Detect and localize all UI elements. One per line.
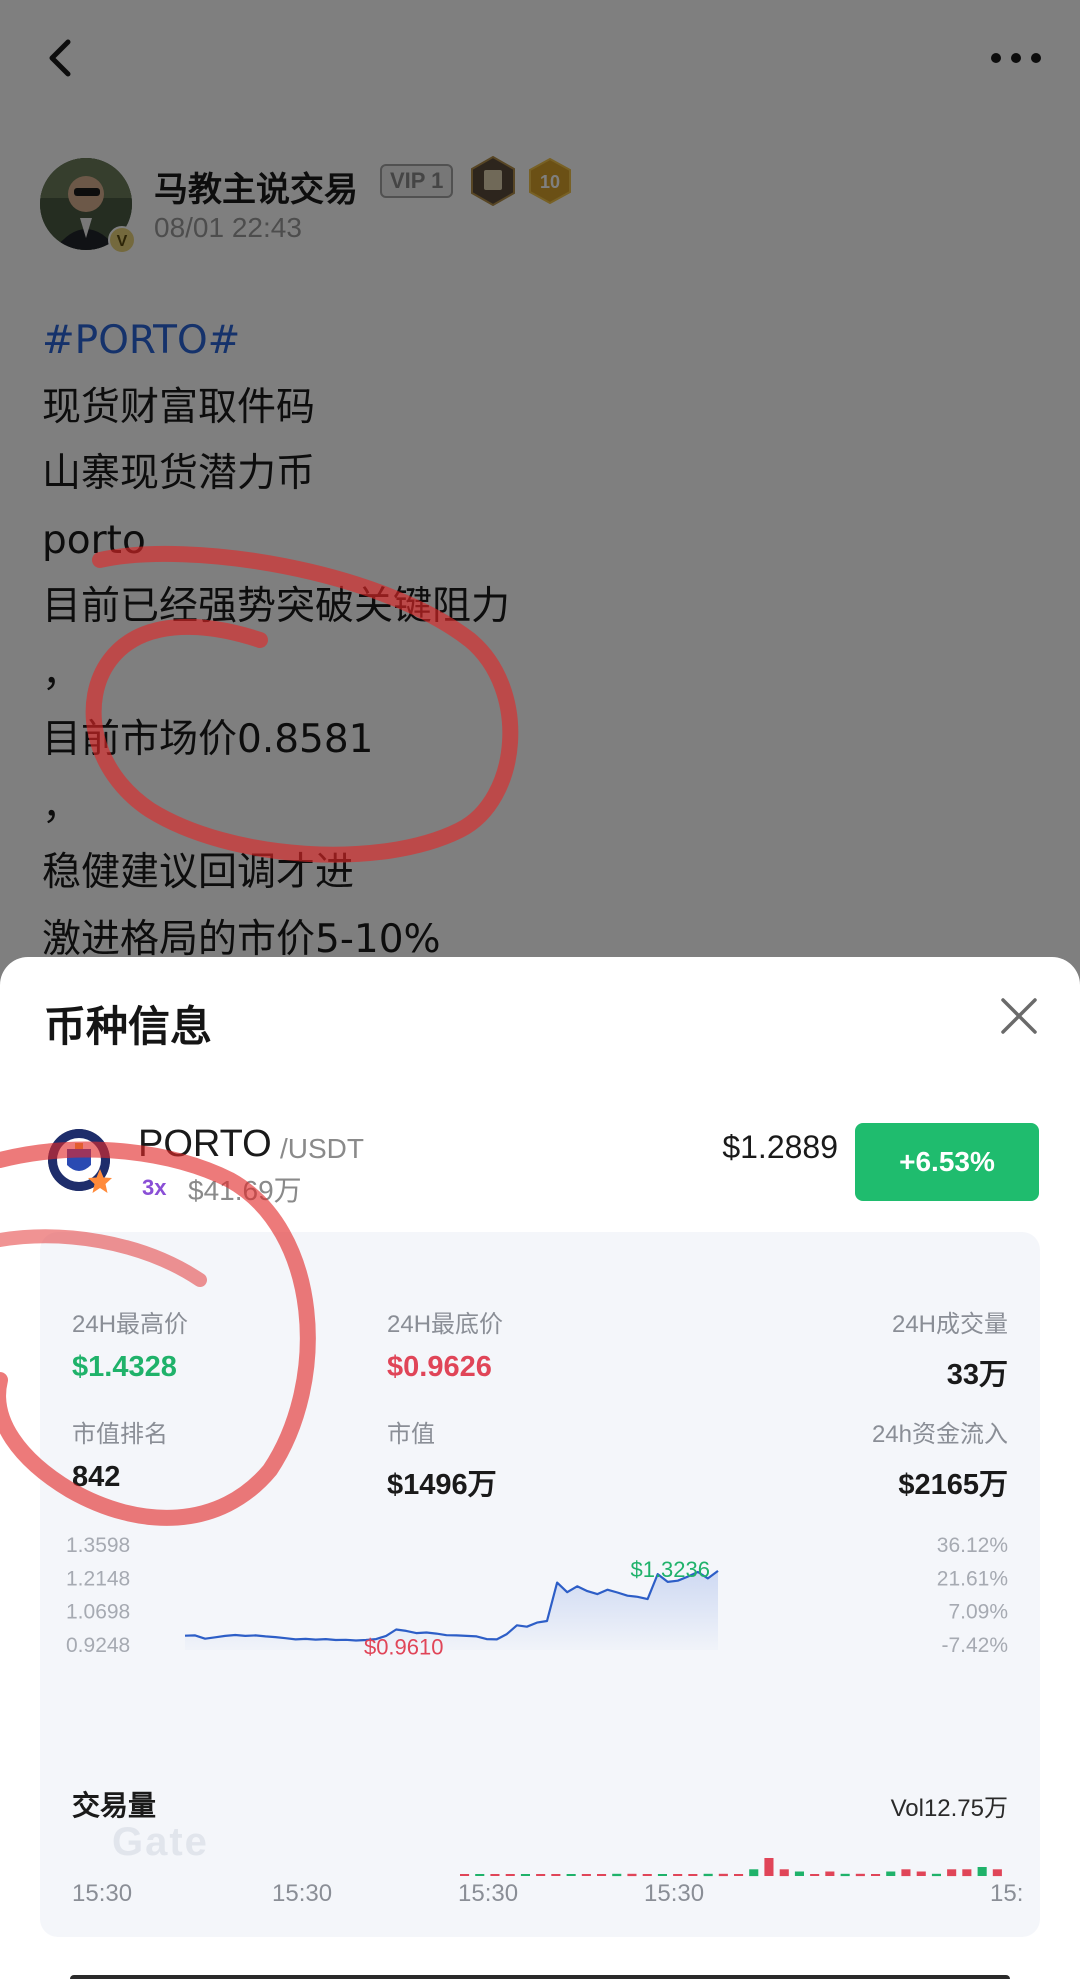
stat-24h-inflow: 24h资金流入 $2165万 [872,1414,1008,1503]
stat-value: $0.9626 [387,1351,492,1383]
leverage-badge: 3x [142,1175,167,1200]
screen: V 马教主说交易 VIP 1 10 08/01 22:43 #PORTO# 现货… [0,0,1080,1979]
volume-bar [916,1871,926,1876]
volume-bar [460,1874,470,1876]
volume-bar [734,1874,744,1876]
coin-name: PORTO [138,1123,272,1165]
volume-bar [794,1871,804,1876]
volume-bar [688,1874,698,1876]
coin-row[interactable]: PORTO /USDT 3x $41.69万 $1.2889 +6.53% [44,1123,1040,1213]
volume-bar [764,1858,774,1876]
star-icon[interactable] [86,1167,114,1195]
y-right-tick: 36.12% [937,1534,1008,1557]
stat-value: $1496万 [387,1469,497,1501]
volume-title: 交易量 [72,1790,157,1821]
volume-bar [551,1874,561,1876]
volume-bar [566,1874,576,1876]
x-tick: 15:30 [72,1880,133,1907]
stat-label: 24H最底价 [387,1311,504,1338]
volume-bar [855,1873,865,1877]
volume-bar [901,1869,911,1877]
stat-label: 24H成交量 [891,1311,1008,1338]
volume-bar [505,1874,515,1876]
sheet-title: 币种信息 [44,1002,213,1051]
volume-bar [642,1874,652,1876]
close-icon[interactable] [998,995,1040,1037]
stat-24h-volume: 24H成交量 33万 [892,1304,1008,1393]
stat-value: 842 [72,1461,121,1493]
x-tick: 15:30 [644,1880,705,1907]
time-axis: 15:30 15:30 15:30 15:30 15: [40,1880,1040,1920]
volume-bar [657,1874,667,1876]
coin-quote: /USDT [280,1133,364,1164]
coin-cap: $41.69万 [188,1175,302,1206]
volume-bar [612,1873,622,1877]
volume-bar [779,1869,789,1877]
y-left-tick: 1.3598 [66,1534,130,1557]
stat-label: 市值排名 [72,1421,168,1448]
volume-bar [718,1873,728,1877]
y-left-tick: 1.2148 [66,1567,130,1590]
stat-label: 24h资金流入 [871,1421,1008,1448]
y-right-tick: 21.61% [937,1567,1008,1590]
min-price-label: $0.9610 [364,1635,444,1660]
volume-bar [977,1867,987,1876]
y-right-tick: -7.42% [941,1634,1008,1657]
price-area [185,1570,718,1650]
volume-bar [840,1873,850,1877]
stat-market-rank: 市值排名 842 [72,1414,168,1494]
volume-bar [947,1869,957,1877]
volume-bar [749,1869,759,1877]
volume-total: Vol12.75万 [890,1795,1008,1822]
stat-label: 市值 [387,1421,435,1448]
volume-bar [962,1869,972,1877]
change-badge[interactable]: +6.53% [855,1123,1039,1201]
coin-price: $1.2889 [722,1129,838,1165]
x-tick: 15:30 [272,1880,333,1907]
volume-bar [520,1874,530,1876]
volume-bar [536,1874,546,1876]
stat-label: 24H最高价 [72,1311,189,1338]
x-tick: 15:30 [458,1880,519,1907]
x-tick: 15: [990,1880,1024,1907]
home-indicator [70,1975,1010,1979]
volume-bar [475,1874,485,1876]
volume-bar [627,1873,637,1877]
coin-info-sheet: 币种信息 PORTO /USDT 3x $41.69万 $1.2889 +6.5… [0,957,1080,1979]
volume-bar [581,1874,591,1876]
volume-bar [810,1874,820,1876]
stat-market-cap: 市值 $1496万 [387,1414,497,1503]
stat-value: 33万 [946,1359,1008,1391]
volume-bar [871,1874,881,1876]
max-price-label: $1.3236 [630,1557,710,1582]
stat-24h-low: 24H最底价 $0.9626 [387,1304,503,1384]
y-right-tick: 7.09% [948,1601,1008,1624]
volume-bar [886,1871,896,1876]
y-left-tick: 0.9248 [66,1634,130,1657]
volume-bar [673,1874,683,1876]
price-chart[interactable]: 1.3598 1.2148 1.0698 0.9248 36.12% 21.61% 7.09… [40,1532,1040,1732]
volume-bar [825,1871,835,1876]
stat-value: $2165万 [898,1469,1008,1501]
volume-bar [597,1874,607,1876]
volume-bar [931,1873,941,1877]
volume-bar [490,1874,500,1876]
volume-bar [992,1869,1002,1877]
stats-card: 24H最高价 $1.4328 24H最底价 $0.9626 24H成交量 33万… [40,1232,1040,1937]
y-left-tick: 1.0698 [66,1601,130,1624]
stat-value: $1.4328 [72,1351,177,1383]
volume-bar [703,1873,713,1877]
stat-24h-high: 24H最高价 $1.4328 [72,1304,188,1384]
